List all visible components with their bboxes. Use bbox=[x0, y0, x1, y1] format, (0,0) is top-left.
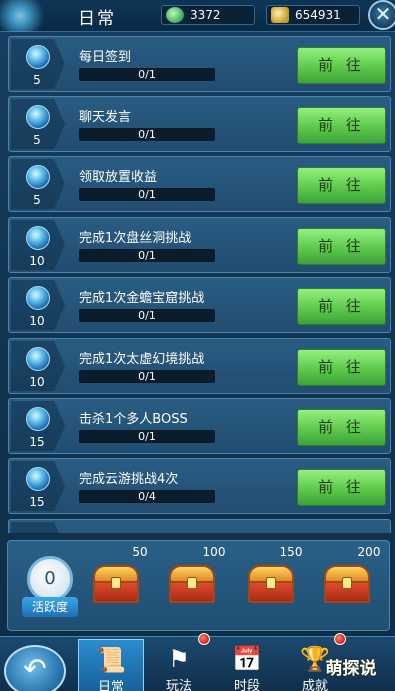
gold-currency: 654931 bbox=[266, 5, 360, 25]
task-points: 5 bbox=[33, 193, 41, 207]
tab-label: 时段 bbox=[233, 679, 260, 691]
task-progress-text: 0/1 bbox=[138, 188, 156, 201]
daily-tasks-screen: 日常 3372 654931 ✕ 5 每日签到 0/1 前 往 5 聊天发言 0… bbox=[0, 0, 395, 691]
go-button[interactable]: 前 往 bbox=[297, 47, 386, 84]
treasure-chest-icon[interactable] bbox=[93, 565, 139, 605]
tab-timed[interactable]: 📅 时段 bbox=[214, 639, 280, 691]
activity-orb-icon bbox=[26, 407, 50, 431]
task-points: 10 bbox=[29, 375, 45, 389]
top-bar: 日常 3372 654931 ✕ bbox=[0, 0, 395, 32]
task-row: 10 完成1次金蟾宝窟挑战 0/1 前 往 bbox=[8, 277, 391, 333]
task-row: 5 每日签到 0/1 前 往 bbox=[8, 36, 391, 92]
go-button[interactable]: 前 往 bbox=[297, 409, 386, 446]
milestone-label: 100 bbox=[202, 545, 226, 559]
chest-lock bbox=[266, 577, 276, 589]
tab-gameplay[interactable]: ⚑ 玩法 bbox=[146, 639, 212, 691]
task-points: 10 bbox=[29, 314, 45, 328]
activity-orb-icon bbox=[26, 45, 50, 69]
tab-daily[interactable]: 📜 日常 bbox=[78, 639, 144, 691]
calendar-icon: 📅 bbox=[232, 645, 262, 673]
task-progress-bar: 0/1 bbox=[79, 68, 215, 81]
chest-lock bbox=[111, 577, 121, 589]
activity-orb-icon bbox=[26, 105, 50, 129]
task-points: 5 bbox=[33, 133, 41, 147]
activity-value: 0 bbox=[27, 556, 73, 602]
task-name: 每日签到 bbox=[79, 50, 132, 65]
flag-icon: ⚑ bbox=[168, 645, 190, 673]
task-progress-bar: 0/1 bbox=[79, 249, 215, 262]
task-progress-text: 0/1 bbox=[138, 370, 156, 383]
task-progress-text: 0/4 bbox=[138, 490, 156, 503]
notification-dot bbox=[334, 633, 346, 645]
task-points: 5 bbox=[33, 73, 41, 87]
task-row: 15 击杀1个多人BOSS 0/1 前 往 bbox=[8, 398, 391, 454]
task-name: 完成云游挑战4次 bbox=[79, 472, 179, 487]
close-button[interactable]: ✕ bbox=[368, 0, 395, 30]
task-row bbox=[8, 519, 391, 533]
page-title: 日常 bbox=[78, 9, 116, 29]
milestone-label: 50 bbox=[132, 545, 148, 559]
task-name: 领取放置收益 bbox=[79, 170, 158, 185]
activity-rewards-panel: 0 活跃度 50 100 150 200 bbox=[7, 540, 390, 631]
task-row: 5 领取放置收益 0/1 前 往 bbox=[8, 156, 391, 212]
activity-orb-icon bbox=[26, 286, 50, 310]
jade-amount: 3372 bbox=[190, 8, 221, 22]
go-button[interactable]: 前 往 bbox=[297, 288, 386, 325]
jade-currency: 3372 bbox=[161, 5, 255, 25]
watermark-logo: 萌探说 bbox=[325, 659, 377, 679]
task-progress-text: 0/1 bbox=[138, 128, 156, 141]
task-row: 10 完成1次太虚幻境挑战 0/1 前 往 bbox=[8, 338, 391, 394]
task-row: 5 聊天发言 0/1 前 往 bbox=[8, 96, 391, 152]
task-progress-text: 0/1 bbox=[138, 309, 156, 322]
task-row: 10 完成1次盘丝洞挑战 0/1 前 往 bbox=[8, 217, 391, 273]
tab-label: 玩法 bbox=[165, 679, 192, 691]
task-points: 15 bbox=[29, 435, 45, 449]
go-button[interactable]: 前 往 bbox=[297, 167, 386, 204]
task-name: 聊天发言 bbox=[79, 110, 132, 125]
task-name: 击杀1个多人BOSS bbox=[79, 412, 188, 427]
treasure-chest-icon[interactable] bbox=[248, 565, 294, 605]
scroll-icon: 📜 bbox=[96, 646, 126, 674]
back-arrow-icon[interactable]: ↶ bbox=[4, 645, 66, 691]
task-progress-text: 0/1 bbox=[138, 249, 156, 262]
go-button[interactable]: 前 往 bbox=[297, 107, 386, 144]
activity-orb-icon bbox=[26, 165, 50, 189]
chest-lock bbox=[342, 577, 352, 589]
tab-label: 日常 bbox=[97, 680, 124, 691]
task-points-panel bbox=[11, 522, 65, 533]
activity-orb-icon bbox=[26, 226, 50, 250]
task-progress-bar: 0/1 bbox=[79, 128, 215, 141]
go-button[interactable]: 前 往 bbox=[297, 349, 386, 386]
header-ornament bbox=[0, 0, 60, 32]
go-button[interactable]: 前 往 bbox=[297, 228, 386, 265]
task-name: 完成1次太虚幻境挑战 bbox=[79, 352, 205, 367]
task-progress-bar: 0/1 bbox=[79, 188, 215, 201]
activity-orb-icon bbox=[26, 347, 50, 371]
notification-dot bbox=[198, 633, 210, 645]
go-button[interactable]: 前 往 bbox=[297, 469, 386, 506]
task-row: 15 完成云游挑战4次 0/4 前 往 bbox=[8, 458, 391, 514]
task-progress-bar: 0/4 bbox=[79, 490, 215, 503]
task-list[interactable]: 5 每日签到 0/1 前 往 5 聊天发言 0/1 前 往 5 领取放置收益 0… bbox=[8, 36, 391, 533]
chest-lock bbox=[187, 577, 197, 589]
gold-ingot-icon bbox=[271, 7, 289, 23]
task-progress-bar: 0/1 bbox=[79, 430, 215, 443]
milestone-label: 200 bbox=[357, 545, 381, 559]
task-name: 完成1次金蟾宝窟挑战 bbox=[79, 291, 205, 306]
activity-label: 活跃度 bbox=[22, 597, 78, 617]
task-points: 15 bbox=[29, 495, 45, 509]
treasure-chest-icon[interactable] bbox=[169, 565, 215, 605]
task-progress-bar: 0/1 bbox=[79, 309, 215, 322]
jade-coin-icon bbox=[166, 7, 184, 23]
task-name: 完成1次盘丝洞挑战 bbox=[79, 231, 192, 246]
task-progress-text: 0/1 bbox=[138, 430, 156, 443]
treasure-chest-icon[interactable] bbox=[324, 565, 370, 605]
gold-amount: 654931 bbox=[295, 8, 341, 22]
task-progress-text: 0/1 bbox=[138, 68, 156, 81]
task-progress-bar: 0/1 bbox=[79, 370, 215, 383]
activity-orb-icon bbox=[26, 467, 50, 491]
task-points: 10 bbox=[29, 254, 45, 268]
milestone-label: 150 bbox=[279, 545, 303, 559]
